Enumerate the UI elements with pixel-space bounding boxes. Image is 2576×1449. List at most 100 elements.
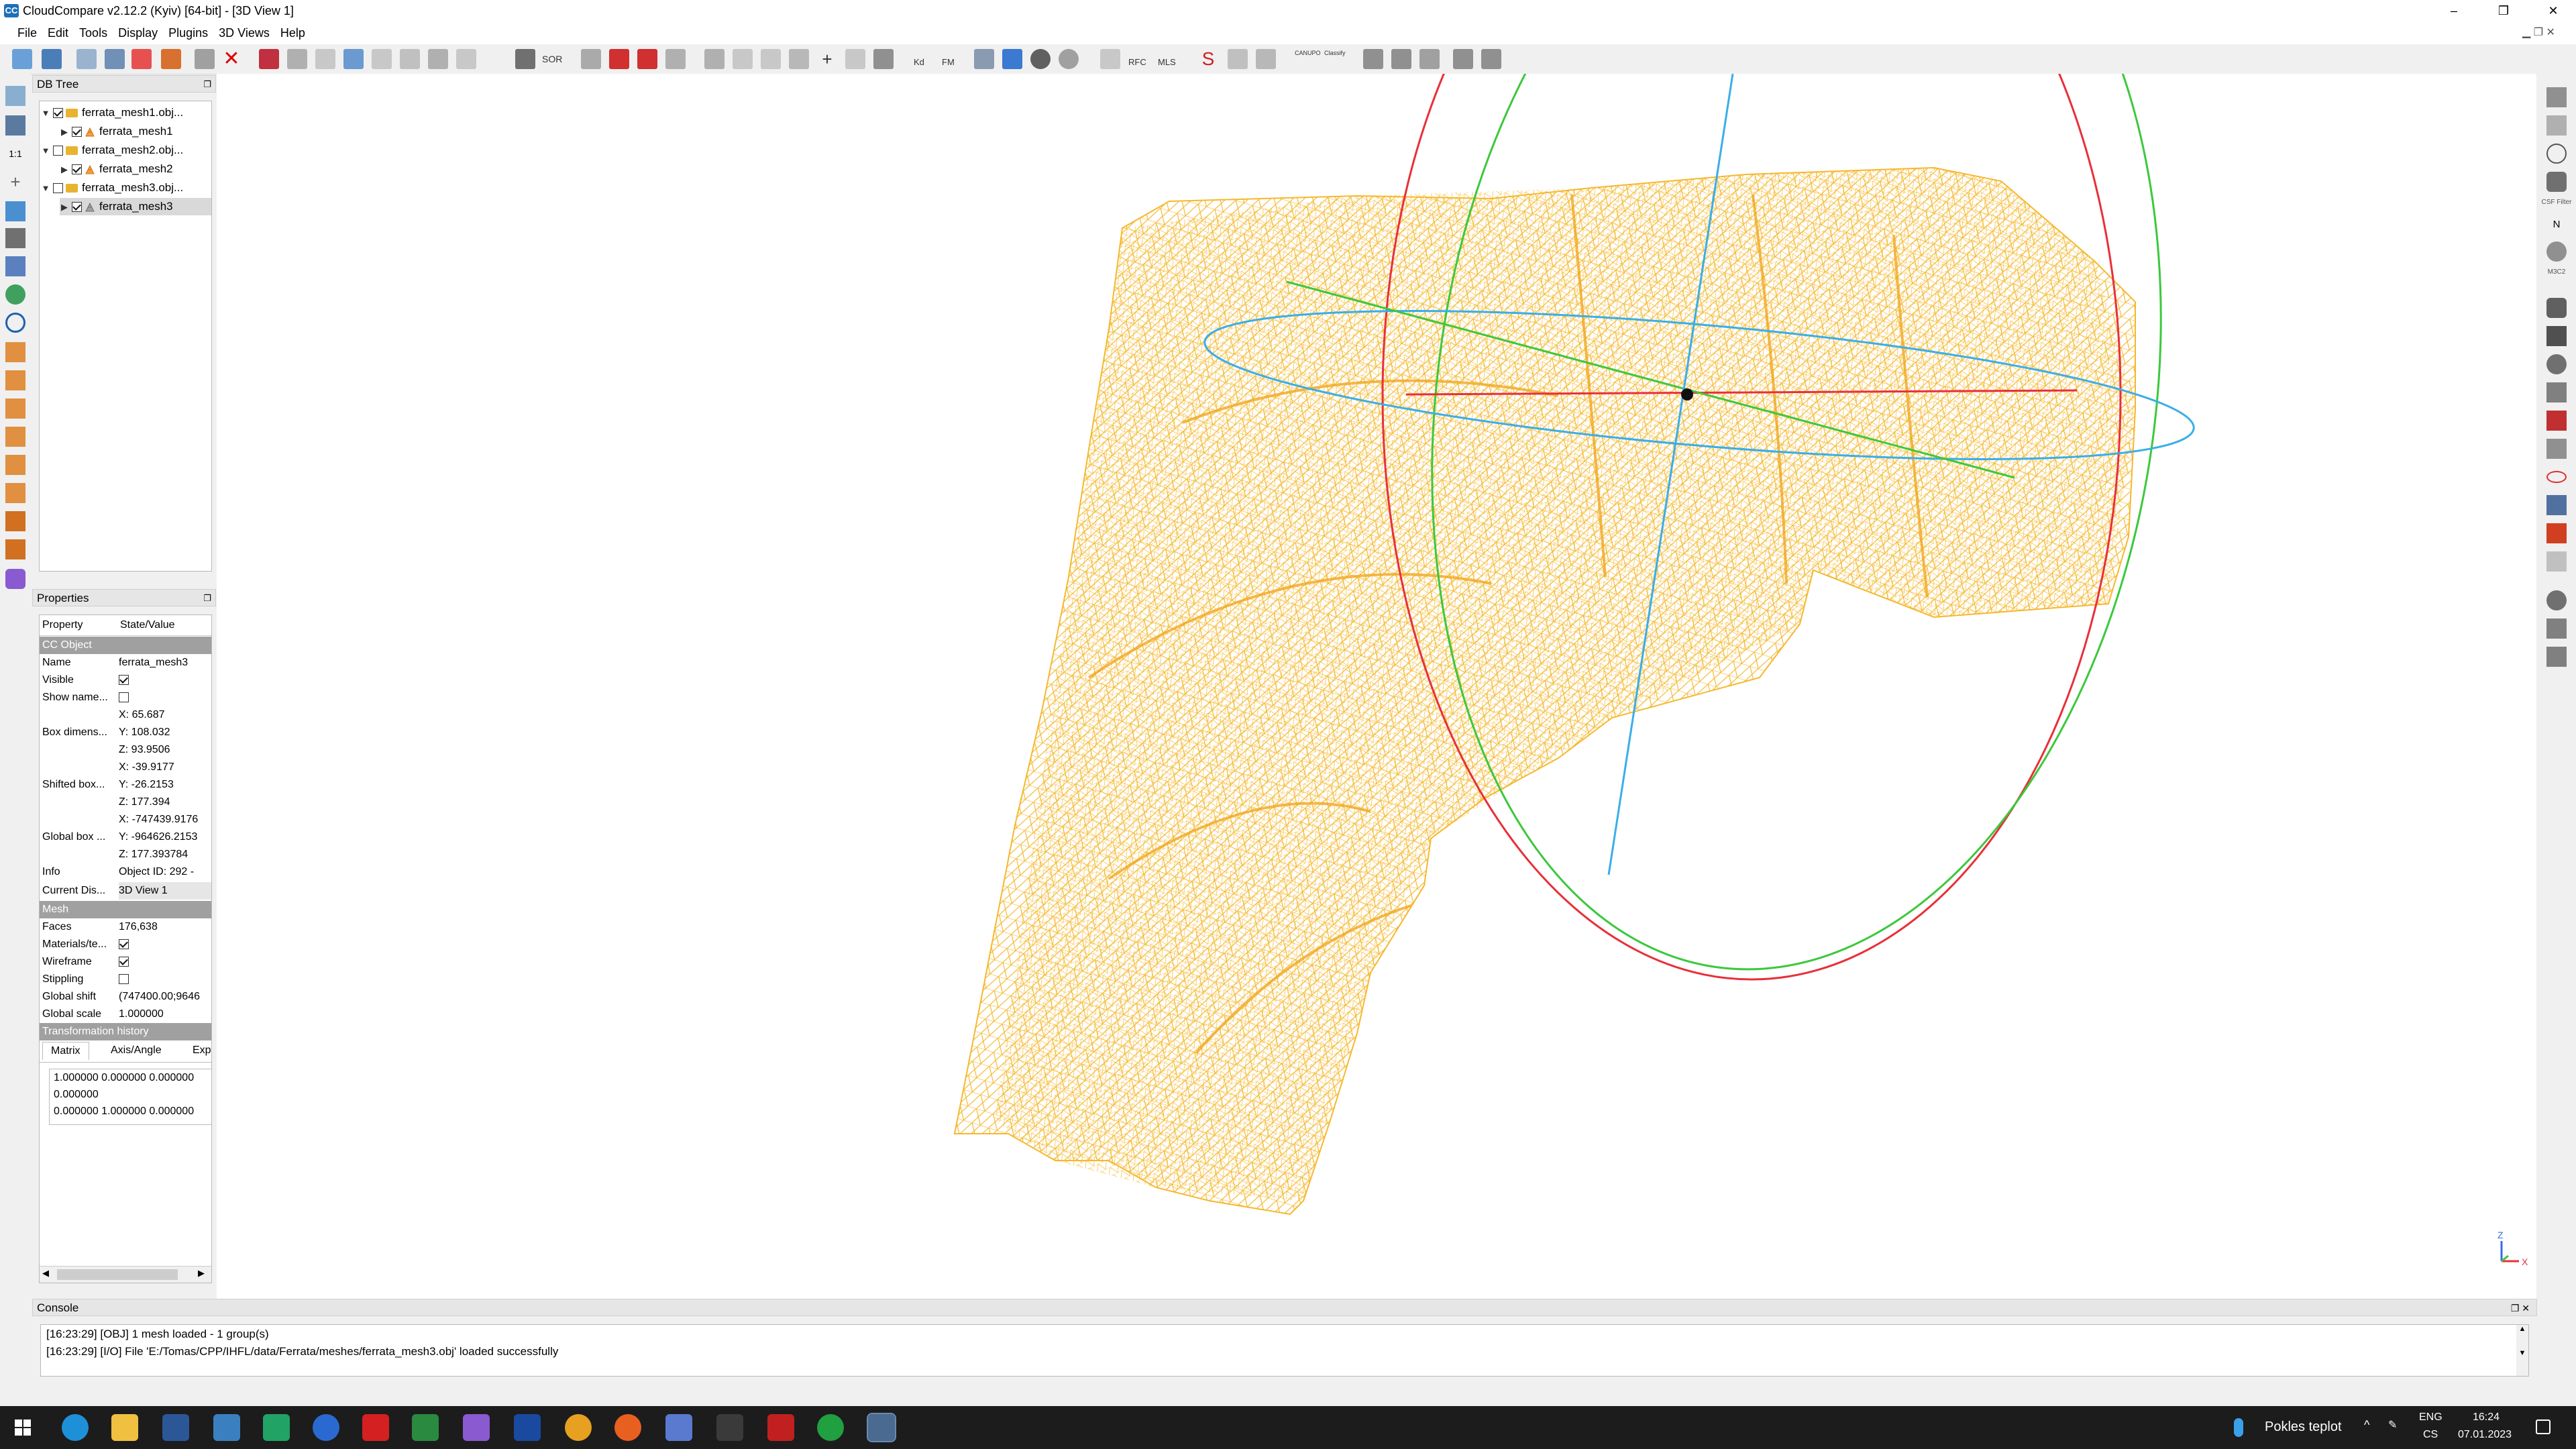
menu-display[interactable]: Display: [113, 21, 163, 44]
chrome-icon[interactable]: [565, 1414, 592, 1441]
collapse-icon[interactable]: ▼: [41, 105, 50, 122]
undock-icon[interactable]: ❐: [203, 76, 211, 93]
normals-button[interactable]: N: [2546, 215, 2567, 235]
matlab-icon[interactable]: [716, 1414, 743, 1441]
collapse-icon[interactable]: ▼: [41, 180, 50, 197]
tree-item-mesh2-file[interactable]: ▼ ferrata_mesh2.obj...: [41, 142, 184, 159]
edge-icon[interactable]: [62, 1414, 89, 1441]
menu-plugins[interactable]: Plugins: [163, 21, 213, 44]
plugin-icon-13[interactable]: [2546, 590, 2567, 610]
m3c2-label[interactable]: M3C2: [2538, 268, 2575, 276]
globe-icon[interactable]: [1059, 49, 1079, 69]
save-icon[interactable]: [42, 49, 62, 69]
cloudcompare-taskbar-icon[interactable]: [867, 1413, 896, 1442]
plugin-icon-15[interactable]: [2546, 647, 2567, 667]
gizmo-center-point[interactable]: [1681, 388, 1693, 400]
menu-3d-views[interactable]: 3D Views: [213, 21, 275, 44]
plugin-icon-6[interactable]: [2546, 326, 2567, 346]
horizontal-scrollbar[interactable]: ◀ ▶: [40, 1266, 211, 1283]
tray-chevron-icon[interactable]: ^: [2364, 1418, 2369, 1432]
menu-file[interactable]: File: [12, 21, 42, 44]
list-icon[interactable]: [105, 49, 125, 69]
lod-icon-3[interactable]: [1419, 49, 1440, 69]
tree-item-mesh1[interactable]: ▶ ferrata_mesh1: [60, 123, 173, 140]
scale-icon[interactable]: [400, 49, 420, 69]
statistics-icon[interactable]: [733, 49, 753, 69]
column-header-value[interactable]: State/Value: [120, 615, 211, 635]
tab-axis-angle[interactable]: Axis/Angle: [104, 1042, 168, 1059]
canupo-button[interactable]: CANUPO: [1295, 49, 1321, 69]
crosshair-icon[interactable]: +: [5, 172, 25, 192]
zoom-icon[interactable]: [5, 313, 25, 333]
mesh-wireframe[interactable]: [953, 166, 2136, 1216]
db-tree-view[interactable]: ▼ ferrata_mesh1.obj... ▶ ferrata_mesh1 ▼ fe…: [39, 101, 212, 572]
tree-item-mesh2[interactable]: ▶ ferrata_mesh2: [60, 160, 173, 178]
register-icon[interactable]: [789, 49, 809, 69]
visibility-checkbox[interactable]: [72, 164, 82, 175]
compute-normals-icon[interactable]: [287, 49, 307, 69]
matrix-view[interactable]: 1.000000 0.000000 0.000000 0.000000 0.00…: [49, 1069, 211, 1125]
prop-value[interactable]: ferrata_mesh3: [119, 654, 211, 672]
pycharm-icon[interactable]: [263, 1414, 290, 1441]
align-icon[interactable]: [761, 49, 781, 69]
pivot-icon[interactable]: [5, 201, 25, 221]
spreadsheet-icon[interactable]: [412, 1414, 439, 1441]
app-icon-2[interactable]: [514, 1414, 541, 1441]
tree-item-mesh3-file[interactable]: ▼ ferrata_mesh3.obj...: [41, 179, 184, 197]
plugin-icon-1[interactable]: [2546, 87, 2567, 107]
menu-edit[interactable]: Edit: [42, 21, 74, 44]
open-file-icon[interactable]: [12, 49, 32, 69]
sample-points-icon[interactable]: [259, 49, 279, 69]
rfc-button[interactable]: RFC: [1128, 49, 1148, 69]
file-explorer-icon[interactable]: [111, 1414, 138, 1441]
view-iso1-icon[interactable]: [5, 511, 25, 531]
lod-icon-4[interactable]: [1453, 49, 1473, 69]
display-icon[interactable]: [1002, 49, 1022, 69]
color-scale-icon[interactable]: [873, 49, 894, 69]
notifications-icon[interactable]: [2536, 1419, 2551, 1434]
cross-section-icon[interactable]: [581, 49, 601, 69]
visibility-checkbox[interactable]: [72, 202, 82, 213]
show-name-checkbox[interactable]: [119, 692, 129, 703]
plugin-icon-7[interactable]: [2546, 354, 2567, 374]
visibility-checkbox[interactable]: [53, 146, 63, 156]
plugin-icon-3[interactable]: [2546, 144, 2567, 164]
tab-matrix[interactable]: Matrix: [42, 1042, 89, 1060]
layers-icon[interactable]: [2546, 439, 2567, 459]
pen-icon[interactable]: ✎: [2388, 1418, 2397, 1432]
firefox-icon[interactable]: [614, 1414, 641, 1441]
column-header-property[interactable]: Property: [42, 615, 120, 635]
lod-icon-5[interactable]: [1481, 49, 1501, 69]
menu-tools[interactable]: Tools: [74, 21, 113, 44]
mdi-window-controls[interactable]: ▁ ❐ ✕: [2522, 25, 2555, 39]
visibility-checkbox[interactable]: [53, 183, 63, 194]
pdf-app-icon[interactable]: [767, 1414, 794, 1441]
view-left-icon[interactable]: [5, 398, 25, 419]
view-iso2-icon[interactable]: [5, 539, 25, 559]
subsample-icon[interactable]: [372, 49, 392, 69]
plugin-icon-11[interactable]: [2546, 523, 2567, 543]
checkerboard-icon[interactable]: [515, 49, 535, 69]
scroll-thumb[interactable]: [57, 1269, 178, 1280]
lod-icon-1[interactable]: [1363, 49, 1383, 69]
console-scrollbar[interactable]: ▲ ▼: [2516, 1325, 2528, 1376]
word-icon[interactable]: [162, 1414, 189, 1441]
outlook-icon[interactable]: [313, 1414, 339, 1441]
s-curve-icon[interactable]: S: [1198, 49, 1218, 69]
expand-icon[interactable]: ▶: [60, 199, 69, 216]
clock-date[interactable]: 07.01.2023: [2458, 1429, 2512, 1441]
noise-filter-icon[interactable]: [428, 49, 448, 69]
export-icon[interactable]: [1256, 49, 1276, 69]
properties-table[interactable]: Property State/Value CC Object Name ferra…: [39, 614, 212, 1283]
view-back-icon[interactable]: [5, 427, 25, 447]
weather-text[interactable]: Pokles teplot: [2265, 1419, 2342, 1435]
undock-icon[interactable]: ❐: [203, 590, 211, 607]
view-top-icon[interactable]: [5, 342, 25, 362]
perspective-icon[interactable]: [5, 228, 25, 248]
cloud-to-cloud-icon[interactable]: [609, 49, 629, 69]
points-icon[interactable]: [1228, 49, 1248, 69]
whatsapp-icon[interactable]: [817, 1414, 844, 1441]
view-bottom-icon[interactable]: [5, 483, 25, 503]
plugin-icon-5[interactable]: [2546, 298, 2567, 318]
scroll-right-icon[interactable]: ▶: [198, 1268, 205, 1279]
